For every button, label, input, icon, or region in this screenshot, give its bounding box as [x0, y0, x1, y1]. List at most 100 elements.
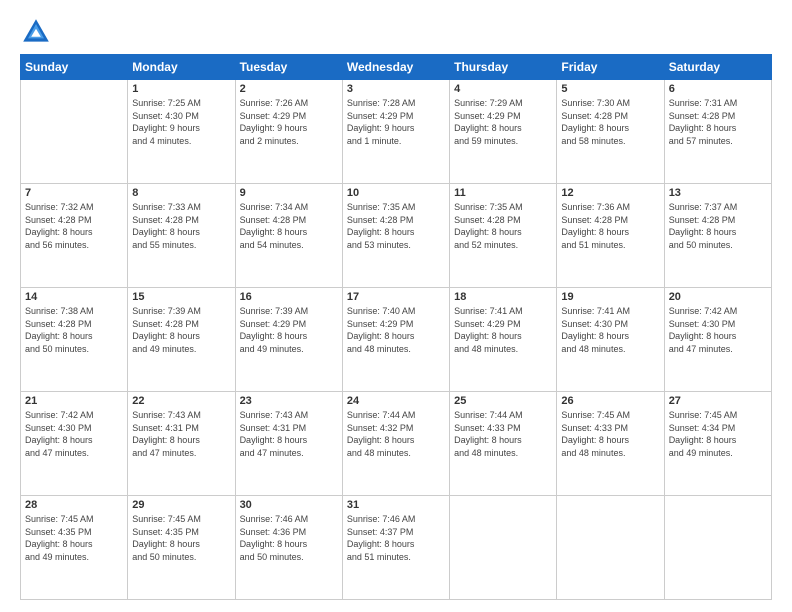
day-info: Sunrise: 7:34 AMSunset: 4:28 PMDaylight:…	[240, 201, 338, 251]
calendar-cell: 31Sunrise: 7:46 AMSunset: 4:37 PMDayligh…	[342, 496, 449, 600]
day-info: Sunrise: 7:41 AMSunset: 4:29 PMDaylight:…	[454, 305, 552, 355]
day-info: Sunrise: 7:33 AMSunset: 4:28 PMDaylight:…	[132, 201, 230, 251]
calendar-cell: 30 Sunrise: 7:46 AMSunset: 4:36 PMDayligh…	[235, 496, 342, 600]
weekday-header-wednesday: Wednesday	[342, 55, 449, 80]
week-row-4: 28 Sunrise: 7:45 AMSunset: 4:35 PMDayligh…	[21, 496, 772, 600]
day-info: Sunrise: 7:39 AMSunset: 4:28 PMDaylight:…	[132, 305, 230, 355]
day-number: 13	[669, 187, 767, 199]
week-row-0: 1Sunrise: 7:25 AMSunset: 4:30 PMDaylight…	[21, 80, 772, 184]
day-number: 15	[132, 291, 230, 303]
day-info: Sunrise: 7:44 AMSunset: 4:32 PMDaylight:…	[347, 409, 445, 459]
day-number: 11	[454, 187, 552, 199]
day-info: Sunrise: 7:32 AMSunset: 4:28 PMDaylight:…	[25, 201, 123, 251]
calendar-cell: 2 Sunrise: 7:26 AMSunset: 4:29 PMDaylight…	[235, 80, 342, 184]
calendar-cell: 9 Sunrise: 7:34 AMSunset: 4:28 PMDaylight…	[235, 184, 342, 288]
calendar-cell: 11 Sunrise: 7:35 AMSunset: 4:28 PMDayligh…	[450, 184, 557, 288]
day-number: 30	[240, 499, 338, 511]
day-info: Sunrise: 7:39 AMSunset: 4:29 PMDaylight:…	[240, 305, 338, 355]
weekday-header-row: SundayMondayTuesdayWednesdayThursdayFrid…	[21, 55, 772, 80]
week-row-1: 7 Sunrise: 7:32 AMSunset: 4:28 PMDaylight…	[21, 184, 772, 288]
day-number: 29	[132, 499, 230, 511]
calendar-cell: 16 Sunrise: 7:39 AMSunset: 4:29 PMDayligh…	[235, 288, 342, 392]
calendar-cell: 8 Sunrise: 7:33 AMSunset: 4:28 PMDaylight…	[128, 184, 235, 288]
calendar-cell: 26Sunrise: 7:45 AMSunset: 4:33 PMDayligh…	[557, 392, 664, 496]
day-number: 28	[25, 499, 123, 511]
day-number: 9	[240, 187, 338, 199]
day-number: 24	[347, 395, 445, 407]
day-info: Sunrise: 7:31 AMSunset: 4:28 PMDaylight:…	[669, 97, 767, 147]
day-info: Sunrise: 7:29 AMSunset: 4:29 PMDaylight:…	[454, 97, 552, 147]
calendar-cell	[21, 80, 128, 184]
calendar-cell	[664, 496, 771, 600]
day-number: 1	[132, 83, 230, 95]
day-number: 27	[669, 395, 767, 407]
calendar-cell: 3Sunrise: 7:28 AMSunset: 4:29 PMDaylight…	[342, 80, 449, 184]
calendar-cell: 7 Sunrise: 7:32 AMSunset: 4:28 PMDaylight…	[21, 184, 128, 288]
day-info: Sunrise: 7:43 AMSunset: 4:31 PMDaylight:…	[240, 409, 338, 459]
day-info: Sunrise: 7:38 AMSunset: 4:28 PMDaylight:…	[25, 305, 123, 355]
weekday-header-sunday: Sunday	[21, 55, 128, 80]
day-number: 12	[561, 187, 659, 199]
day-info: Sunrise: 7:42 AMSunset: 4:30 PMDaylight:…	[669, 305, 767, 355]
day-info: Sunrise: 7:37 AMSunset: 4:28 PMDaylight:…	[669, 201, 767, 251]
calendar-cell: 12 Sunrise: 7:36 AMSunset: 4:28 PMDayligh…	[557, 184, 664, 288]
calendar-cell: 14Sunrise: 7:38 AMSunset: 4:28 PMDayligh…	[21, 288, 128, 392]
calendar-cell: 18 Sunrise: 7:41 AMSunset: 4:29 PMDayligh…	[450, 288, 557, 392]
week-row-3: 21 Sunrise: 7:42 AMSunset: 4:30 PMDayligh…	[21, 392, 772, 496]
day-number: 20	[669, 291, 767, 303]
calendar-cell: 17 Sunrise: 7:40 AMSunset: 4:29 PMDayligh…	[342, 288, 449, 392]
day-number: 8	[132, 187, 230, 199]
day-number: 21	[25, 395, 123, 407]
calendar-cell: 23 Sunrise: 7:43 AMSunset: 4:31 PMDayligh…	[235, 392, 342, 496]
weekday-header-friday: Friday	[557, 55, 664, 80]
calendar-cell: 28 Sunrise: 7:45 AMSunset: 4:35 PMDayligh…	[21, 496, 128, 600]
day-info: Sunrise: 7:42 AMSunset: 4:30 PMDaylight:…	[25, 409, 123, 459]
calendar-cell: 15 Sunrise: 7:39 AMSunset: 4:28 PMDayligh…	[128, 288, 235, 392]
calendar-cell: 21 Sunrise: 7:42 AMSunset: 4:30 PMDayligh…	[21, 392, 128, 496]
day-info: Sunrise: 7:43 AMSunset: 4:31 PMDaylight:…	[132, 409, 230, 459]
day-info: Sunrise: 7:46 AMSunset: 4:36 PMDaylight:…	[240, 513, 338, 563]
day-number: 4	[454, 83, 552, 95]
day-number: 25	[454, 395, 552, 407]
day-info: Sunrise: 7:35 AMSunset: 4:28 PMDaylight:…	[454, 201, 552, 251]
calendar-cell: 5 Sunrise: 7:30 AMSunset: 4:28 PMDaylight…	[557, 80, 664, 184]
day-info: Sunrise: 7:41 AMSunset: 4:30 PMDaylight:…	[561, 305, 659, 355]
calendar-cell: 19 Sunrise: 7:41 AMSunset: 4:30 PMDayligh…	[557, 288, 664, 392]
day-number: 7	[25, 187, 123, 199]
header	[20, 16, 772, 48]
calendar-cell	[450, 496, 557, 600]
day-info: Sunrise: 7:26 AMSunset: 4:29 PMDaylight:…	[240, 97, 338, 147]
day-info: Sunrise: 7:40 AMSunset: 4:29 PMDaylight:…	[347, 305, 445, 355]
day-number: 23	[240, 395, 338, 407]
weekday-header-tuesday: Tuesday	[235, 55, 342, 80]
day-info: Sunrise: 7:30 AMSunset: 4:28 PMDaylight:…	[561, 97, 659, 147]
page: SundayMondayTuesdayWednesdayThursdayFrid…	[0, 0, 792, 612]
calendar-cell: 27Sunrise: 7:45 AMSunset: 4:34 PMDayligh…	[664, 392, 771, 496]
day-number: 19	[561, 291, 659, 303]
day-number: 2	[240, 83, 338, 95]
calendar-cell: 13 Sunrise: 7:37 AMSunset: 4:28 PMDayligh…	[664, 184, 771, 288]
day-number: 18	[454, 291, 552, 303]
logo	[20, 16, 56, 48]
day-number: 5	[561, 83, 659, 95]
calendar-cell: 6 Sunrise: 7:31 AMSunset: 4:28 PMDaylight…	[664, 80, 771, 184]
day-number: 22	[132, 395, 230, 407]
weekday-header-monday: Monday	[128, 55, 235, 80]
calendar-cell: 10 Sunrise: 7:35 AMSunset: 4:28 PMDayligh…	[342, 184, 449, 288]
day-number: 16	[240, 291, 338, 303]
day-number: 17	[347, 291, 445, 303]
calendar-cell	[557, 496, 664, 600]
day-info: Sunrise: 7:36 AMSunset: 4:28 PMDaylight:…	[561, 201, 659, 251]
calendar-table: SundayMondayTuesdayWednesdayThursdayFrid…	[20, 54, 772, 600]
weekday-header-saturday: Saturday	[664, 55, 771, 80]
day-number: 31	[347, 499, 445, 511]
day-info: Sunrise: 7:35 AMSunset: 4:28 PMDaylight:…	[347, 201, 445, 251]
calendar-cell: 29Sunrise: 7:45 AMSunset: 4:35 PMDayligh…	[128, 496, 235, 600]
day-number: 6	[669, 83, 767, 95]
calendar-cell: 20 Sunrise: 7:42 AMSunset: 4:30 PMDayligh…	[664, 288, 771, 392]
calendar-cell: 24 Sunrise: 7:44 AMSunset: 4:32 PMDayligh…	[342, 392, 449, 496]
day-number: 10	[347, 187, 445, 199]
day-number: 3	[347, 83, 445, 95]
calendar-cell: 4 Sunrise: 7:29 AMSunset: 4:29 PMDaylight…	[450, 80, 557, 184]
day-info: Sunrise: 7:45 AMSunset: 4:35 PMDaylight:…	[25, 513, 123, 563]
